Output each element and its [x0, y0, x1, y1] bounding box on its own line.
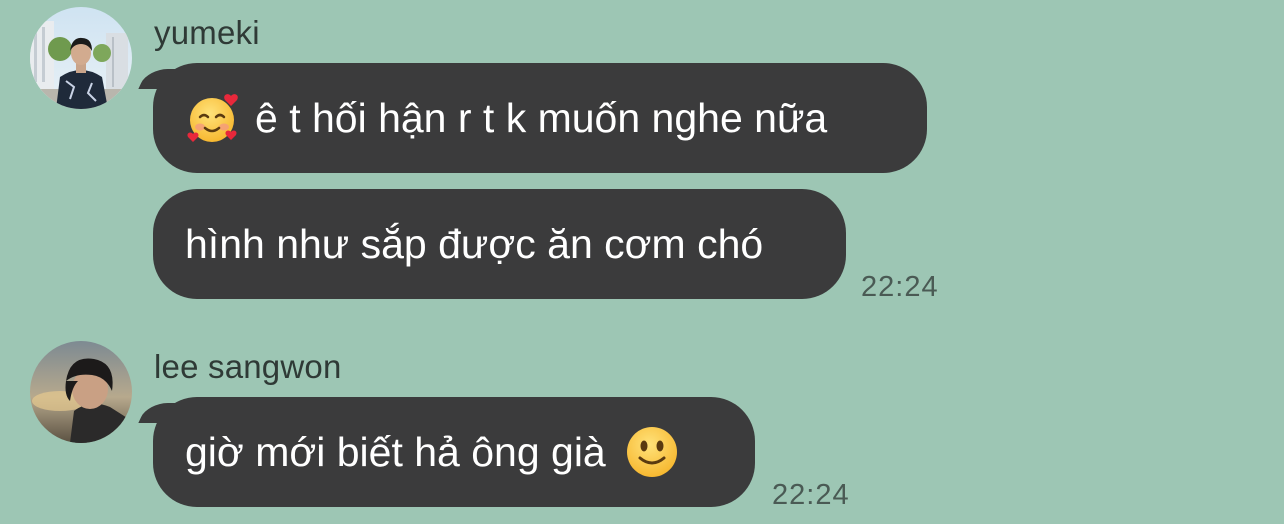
avatar-yumeki[interactable]: [30, 7, 132, 109]
sender-name: lee sangwon: [154, 348, 342, 385]
message-timestamp: 22:24: [861, 271, 939, 303]
message-bubble[interactable]: hình như sắp được ăn cơm chó: [153, 189, 846, 299]
message-bubble[interactable]: giờ mới biết hả ông già: [153, 397, 755, 507]
message-bubble[interactable]: ê t hối hận r t k muốn nghe nữa: [153, 63, 927, 173]
message-text: giờ mới biết hả ông già: [185, 428, 606, 475]
message-timestamp: 22:24: [772, 479, 850, 511]
sender-name: yumeki: [154, 14, 260, 51]
slightly-smiling-face-icon: [624, 424, 680, 480]
message-text: ê t hối hận r t k muốn nghe nữa: [255, 94, 828, 141]
message-text: hình như sắp được ăn cơm chó: [185, 220, 764, 267]
smiling-face-with-hearts-icon: [185, 90, 241, 146]
avatar-lee-sangwon[interactable]: [30, 341, 132, 443]
